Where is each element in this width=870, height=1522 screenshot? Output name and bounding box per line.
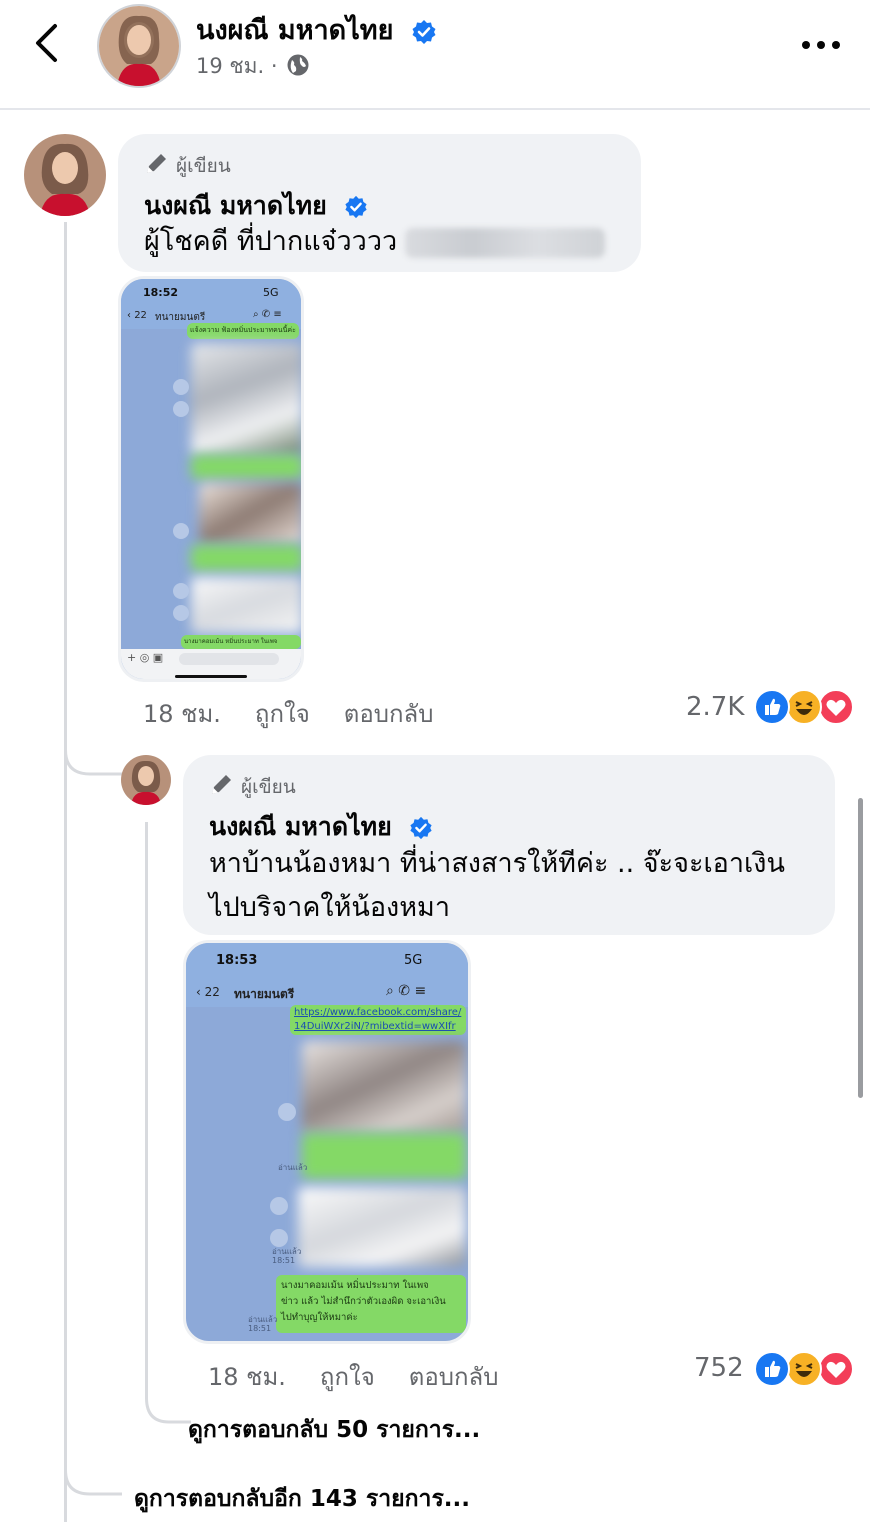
reply-button[interactable]: ตอบกลับ [344,700,434,728]
comment-actions: 18 ชม. ถูกใจ ตอบกลับ [143,694,467,733]
chat-bubble: แจ้งความ ฟ้องหมิ่นประมาทคนนี้ค่ะ [187,323,299,339]
phone-status-bar: 18:52 5G [121,279,301,307]
more-icon [802,41,840,49]
reply-button[interactable]: ตอบกลับ [409,1363,499,1391]
phone-status-bar: 18:53 5G [186,943,468,979]
verified-badge-icon [409,816,432,840]
page-title[interactable]: นงผณี มหาดไทย [196,8,437,51]
like-button[interactable]: ถูกใจ [255,700,310,728]
post-time: 19 ชม. · [196,50,310,83]
love-reaction-icon [818,689,854,725]
comment-author-name[interactable]: นงผณี มหาดไทย [209,807,433,847]
view-more-replies-link[interactable]: ดูการตอบกลับอีก 143 รายการ... [134,1481,470,1517]
author-badge: ผู้เขียน [144,150,231,181]
comment-text: หาบ้านน้องหมา ที่น่าสงสารให้ทีค่ะ .. จ๊ะ… [209,848,785,923]
haha-reaction-icon [786,689,822,725]
love-reaction-icon [818,1351,854,1387]
nested-thread-line [145,822,148,1392]
comment-image[interactable]: 18:52 5G ‹ 22 ทนายมนตรี ⌕ ✆ ≡ แจ้งความ ฟ… [118,276,304,682]
reaction-summary[interactable] [754,1350,858,1390]
haha-reaction-icon [786,1351,822,1387]
back-arrow-icon [36,24,57,62]
like-button[interactable]: ถูกใจ [320,1363,375,1391]
chat-bubble: นางมาคอมเม้น หมิ่นประมาท ในเพจ [181,635,301,649]
comment-text: ผู้โชคดี ที่ปากแจ๋วววว [144,220,606,264]
comment-image[interactable]: 18:53 5G ‹ 22 ทนายมนตรี ⌕ ✆ ≡ https://ww… [183,940,471,1344]
reaction-summary[interactable] [754,688,858,728]
pen-icon [212,775,231,794]
like-reaction-icon [754,1351,790,1387]
view-replies-link[interactable]: ดูการตอบกลับ 50 รายการ... [188,1412,480,1448]
thread-branch [64,1462,122,1496]
like-reaction-icon [754,689,790,725]
chat-bubble: https://www.facebook.com/share/ 14DuiWXr… [290,1005,466,1035]
chat-bubble: นางมาคอมเม้น หมิ่นประมาท ในเพจ ข่าว แล้ว… [276,1275,466,1333]
blurred-name [405,227,606,258]
globe-icon [287,54,309,76]
comment-timestamp: 18 ชม. [143,700,221,728]
chat-header: ‹ 22 ทนายมนตรี ⌕ ✆ ≡ [186,979,468,1007]
author-badge: ผู้เขียน [209,771,296,802]
back-button[interactable] [22,18,72,68]
comment-timestamp: 18 ชม. [208,1363,286,1391]
avatar[interactable] [24,134,106,216]
reaction-count[interactable]: 2.7K [686,692,744,722]
pen-icon [147,154,166,173]
avatar[interactable] [121,755,171,805]
avatar[interactable] [97,4,181,88]
reaction-count[interactable]: 752 [694,1353,744,1383]
verified-badge-icon [412,19,436,44]
scrollbar[interactable] [858,798,863,1098]
more-button[interactable] [798,30,844,60]
thread-line [64,222,67,1522]
comment-actions: 18 ชม. ถูกใจ ตอบกลับ [208,1357,532,1396]
verified-badge-icon [344,195,367,219]
thread-branch [64,730,122,776]
